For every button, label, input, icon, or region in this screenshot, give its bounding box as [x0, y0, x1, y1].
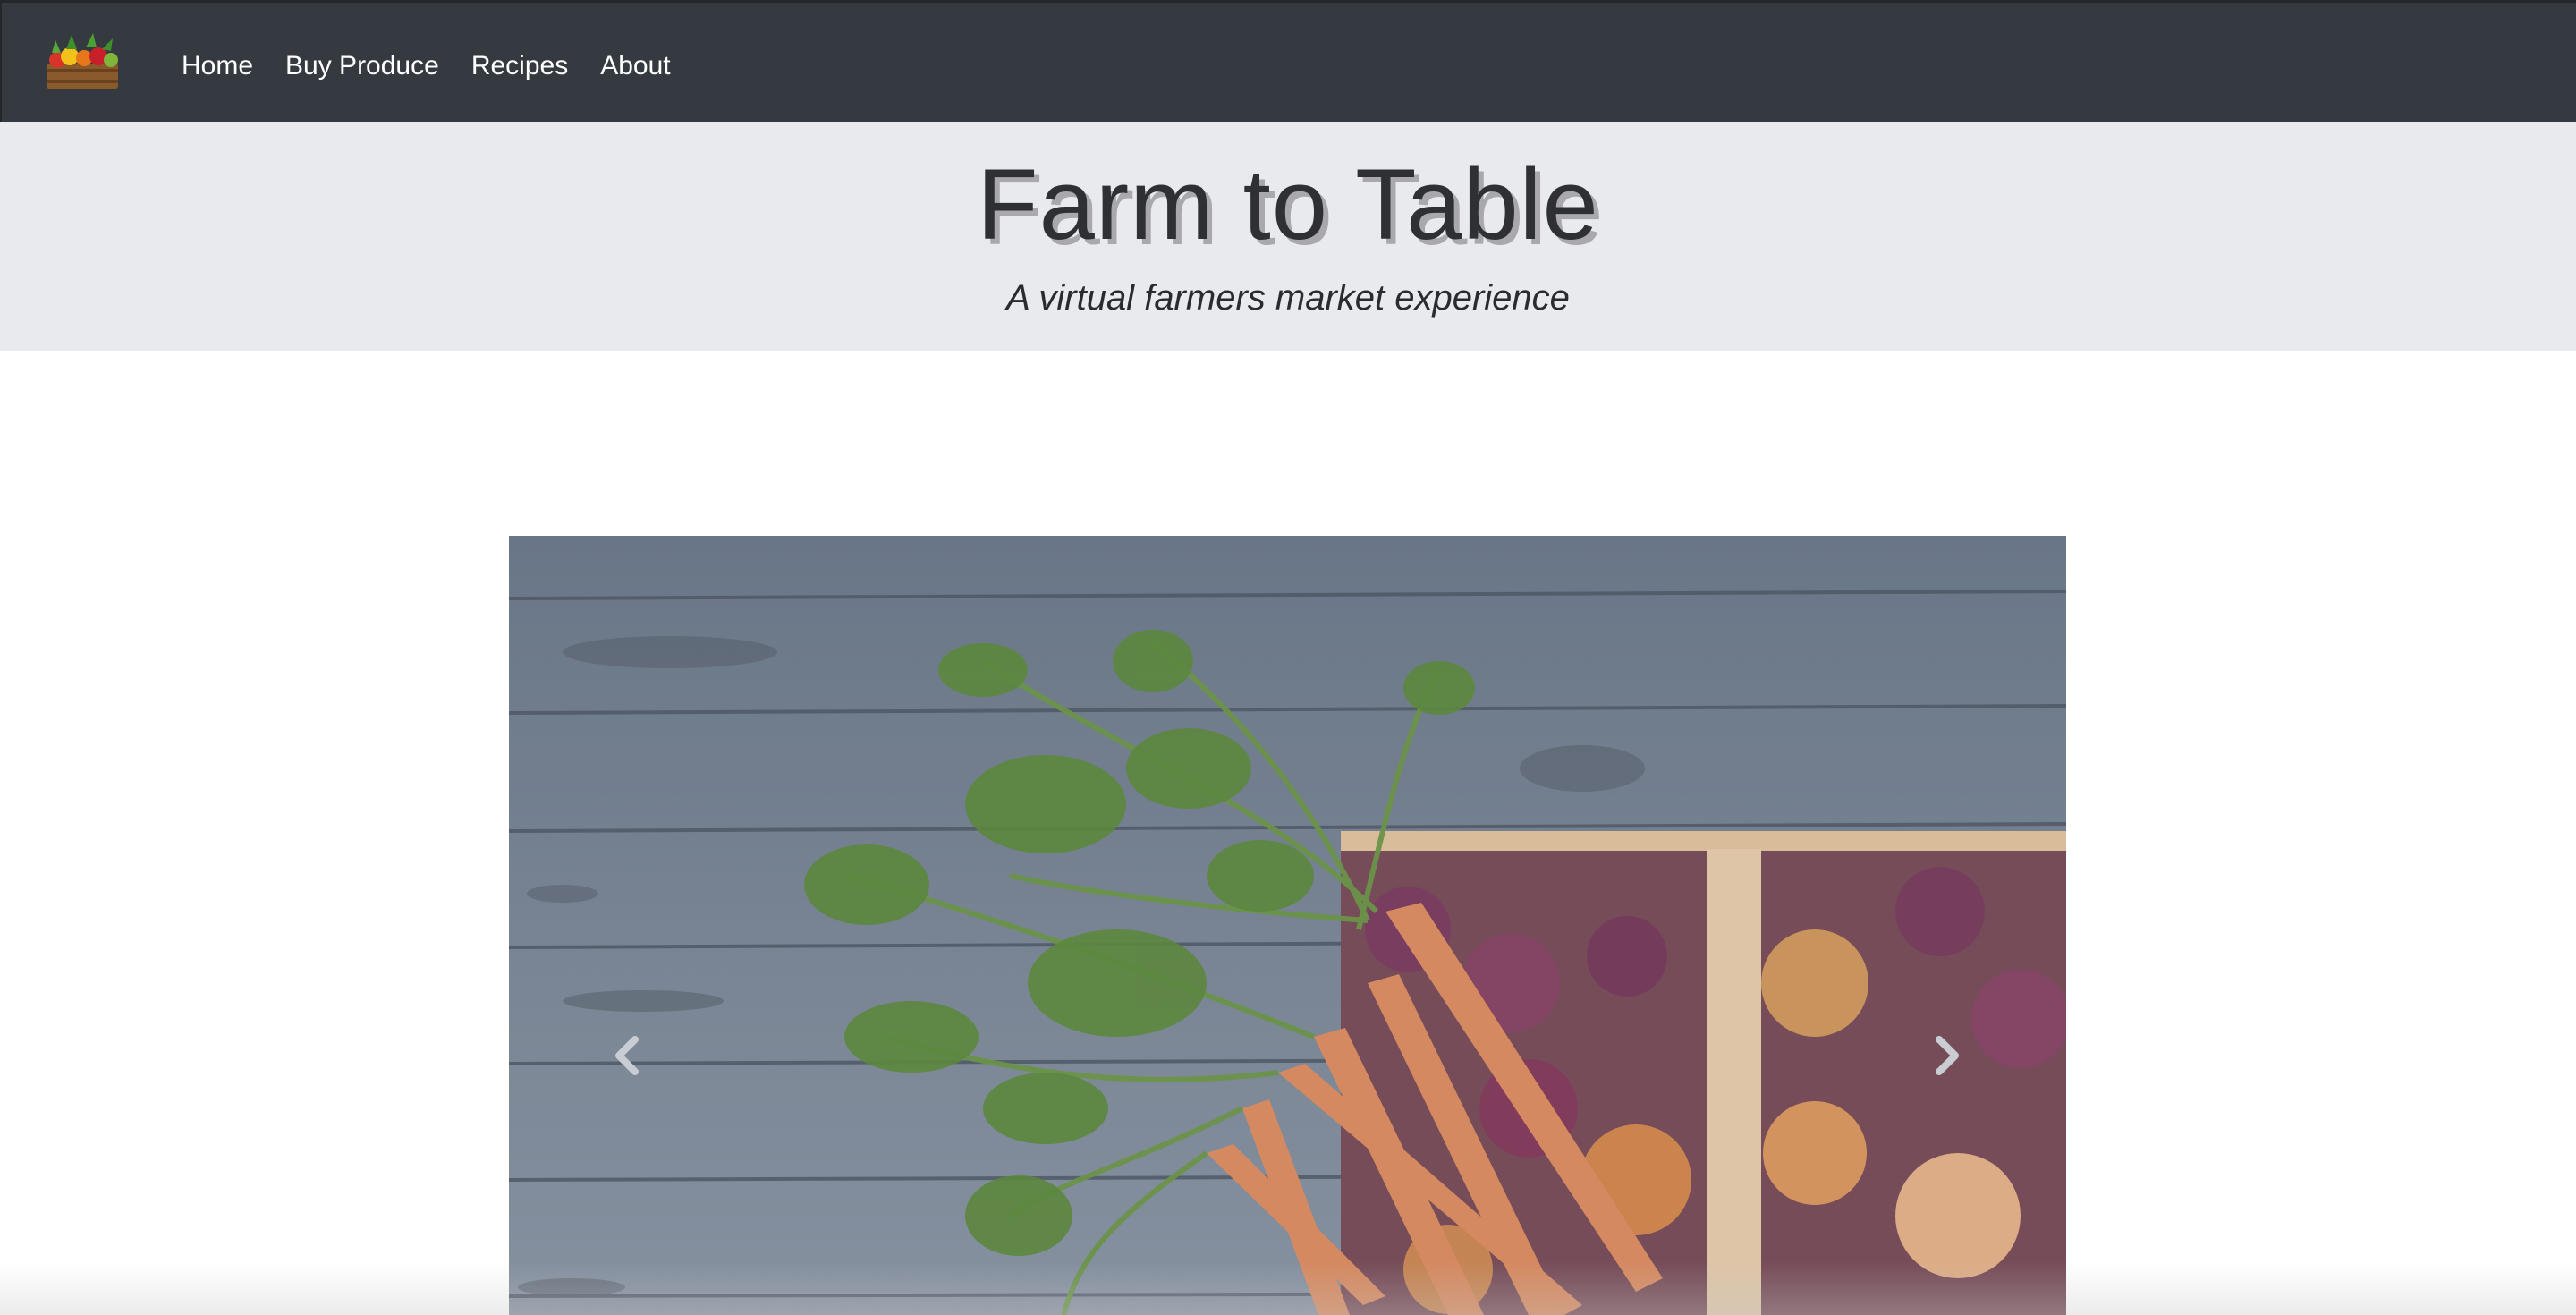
navbar: Home Buy Produce Recipes About [0, 0, 2576, 122]
hero-banner: Farm to Table A virtual farmers market e… [0, 122, 2576, 351]
nav-about[interactable]: About [600, 44, 670, 89]
carousel-image [509, 536, 2066, 1315]
nav-buy-produce[interactable]: Buy Produce [285, 44, 439, 89]
produce-crate-icon[interactable] [39, 30, 129, 94]
page-subtitle: A virtual farmers market experience [1006, 278, 1570, 318]
page-title: Farm to Table [977, 148, 1599, 260]
nav-recipes[interactable]: Recipes [471, 44, 568, 89]
chevron-left-icon [615, 1036, 639, 1075]
chevron-right-icon [1936, 1036, 1959, 1075]
nav-home[interactable]: Home [182, 44, 253, 89]
carousel-prev-button[interactable] [599, 1020, 653, 1091]
carousel-next-button[interactable] [1921, 1020, 1975, 1091]
nav-links: Home Buy Produce Recipes About [182, 44, 703, 89]
carousel [509, 536, 2066, 1315]
